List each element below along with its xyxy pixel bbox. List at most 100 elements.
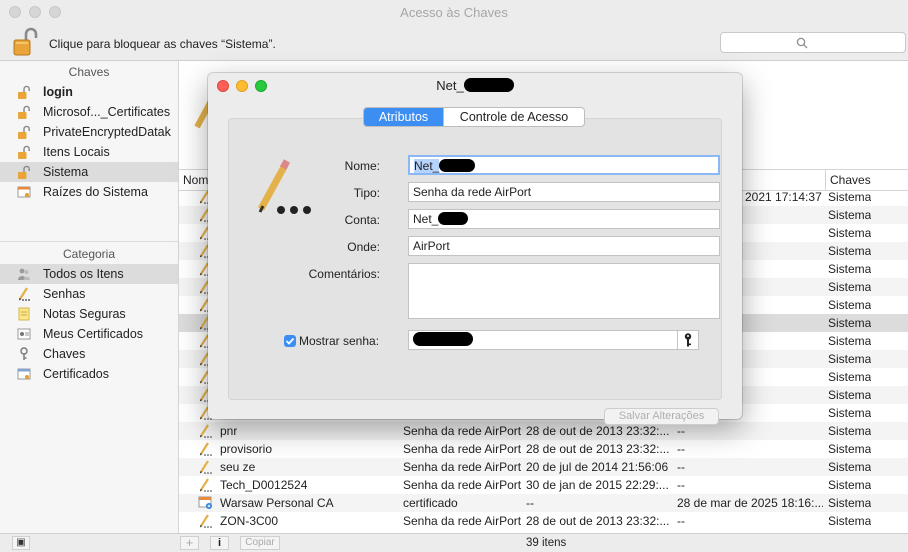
row-keychain: Sistema [828,280,872,294]
window-title: Acesso às Chaves [400,5,508,20]
sidebar-keychain-microsoft-certificates[interactable]: Microsof..._Certificates [0,102,178,122]
copy-button[interactable]: Copiar [240,536,280,550]
note-icon [18,307,30,321]
row-name: seu ze [220,460,256,474]
certificate-icon [17,186,31,198]
row-name: Tech_D0012524 [220,478,308,492]
row-modified: 28 de out de 2013 23:32:... [526,442,670,456]
comments-field[interactable] [408,263,720,319]
lock-open-icon [18,105,30,119]
column-divider [825,170,826,190]
row-modified: 28 de out de 2013 23:32:... [526,514,670,528]
certificate-icon [17,368,31,380]
sidebar-category-all-items[interactable]: Todos os Itens [0,264,178,284]
bottom-bar: ▣ + i Copiar 39 itens [0,533,908,552]
row-keychain: Sistema [828,244,872,258]
pencil-icon [199,424,212,438]
people-icon [18,268,31,280]
table-row[interactable]: pnr Senha da rede AirPort 28 de out de 201… [179,422,908,440]
sidebar-keychain-system[interactable]: Sistema [0,162,178,182]
attributes-panel: Nome: Net_ Tipo: Senha da rede AirPort C… [228,118,722,425]
key-icon [20,347,28,360]
toggle-sidebar-button[interactable]: ▣ [12,536,30,550]
name-field[interactable]: Net_ [408,155,720,175]
redaction-mark [413,332,473,346]
row-name: pnr [220,424,238,438]
row-kind: certificado [403,496,458,510]
row-expires: -- [677,514,685,528]
column-header-keychain[interactable]: Chaves [830,173,871,187]
table-row[interactable]: Tech_D0012524 Senha da rede AirPort 30 de … [179,476,908,494]
row-expires: -- [677,460,685,474]
show-password-checkbox[interactable] [284,335,296,347]
redaction-mark [439,159,476,172]
search-icon [796,37,808,49]
row-date-fragment: 2021 17:14:37 [745,190,822,204]
sidebar-category-my-certificates[interactable]: Meus Certificados [0,324,178,344]
info-button[interactable]: i [210,536,229,550]
redaction-mark [438,212,469,225]
sidebar-category-certificates[interactable]: Certificados [0,364,178,384]
row-keychain: Sistema [828,406,872,420]
row-kind: Senha da rede AirPort [403,424,522,438]
lock-open-icon [18,125,30,139]
sidebar-keychain-local-items[interactable]: Itens Locais [0,142,178,162]
sidebar-divider [0,241,178,242]
where-field[interactable]: AirPort [408,236,720,256]
row-keychain: Sistema [828,478,872,492]
kind-field[interactable]: Senha da rede AirPort [408,182,720,202]
save-changes-button[interactable]: Salvar Alterações [604,408,719,425]
name-label: Nome: [344,159,380,173]
table-row[interactable]: provisorio Senha da rede AirPort 28 de out… [179,440,908,458]
table-row[interactable]: Warsaw Personal CA certificado -- 28 de mar… [179,494,908,512]
row-name: Warsaw Personal CA [220,496,334,510]
sidebar-keychain-login[interactable]: login [0,82,178,102]
account-field[interactable]: Net_ [408,209,720,229]
row-expires: -- [677,478,685,492]
add-item-button[interactable]: + [180,536,199,550]
sidebar-category-keys[interactable]: Chaves [0,344,178,364]
row-name: ZON-3C00 [220,514,279,528]
lock-instruction-text[interactable]: Clique para bloquear as chaves “Sistema”… [49,37,276,51]
password-field[interactable] [408,330,689,350]
row-kind: Senha da rede AirPort [403,478,522,492]
row-keychain: Sistema [828,316,872,330]
lock-open-icon[interactable] [13,26,39,58]
row-modified: 20 de jul de 2014 21:56:06 [526,460,669,474]
row-keychain: Sistema [828,298,872,312]
row-expires: -- [677,442,685,456]
search-field[interactable] [720,32,906,53]
dialog-tabs: Atributos Controle de Acesso [363,107,585,127]
row-keychain: Sistema [828,370,872,384]
dialog-title: Net_ [208,78,742,93]
row-modified: -- [526,496,534,510]
comments-label: Comentários: [308,267,380,281]
lock-open-icon [18,145,30,159]
tab-access-control[interactable]: Controle de Acesso [444,108,584,126]
row-kind: Senha da rede AirPort [403,460,522,474]
key-icon [684,333,692,347]
window-title-bar: Acesso às Chaves [0,0,908,24]
password-assistant-button[interactable] [677,330,699,350]
row-expires: 28 de mar de 2025 18:16:... [677,496,823,510]
pencil-icon [199,460,212,474]
table-row[interactable]: ZON-3C00 Senha da rede AirPort 28 de out d… [179,512,908,530]
item-count: 39 itens [526,537,567,549]
sidebar-category-passwords[interactable]: Senhas [0,284,178,304]
table-row[interactable]: seu ze Senha da rede AirPort 20 de jul de … [179,458,908,476]
sidebar-category-secure-notes[interactable]: Notas Seguras [0,304,178,324]
row-keychain: Sistema [828,514,872,528]
tab-attributes[interactable]: Atributos [364,108,443,126]
keychains-header: Chaves [68,65,110,79]
row-keychain: Sistema [828,388,872,402]
toolbar: Clique para bloquear as chaves “Sistema”… [0,24,908,61]
sidebar-keychain-system-roots[interactable]: Raízes do Sistema [0,182,178,202]
account-label: Conta: [344,213,380,227]
row-keychain: Sistema [828,496,872,510]
row-keychain: Sistema [828,262,872,276]
row-keychain: Sistema [828,208,872,222]
sidebar-keychain-private-encrypted[interactable]: PrivateEncryptedDatak [0,122,178,142]
pencil-icon [199,514,212,528]
row-kind: Senha da rede AirPort [403,514,522,528]
row-name: provisorio [220,442,273,456]
